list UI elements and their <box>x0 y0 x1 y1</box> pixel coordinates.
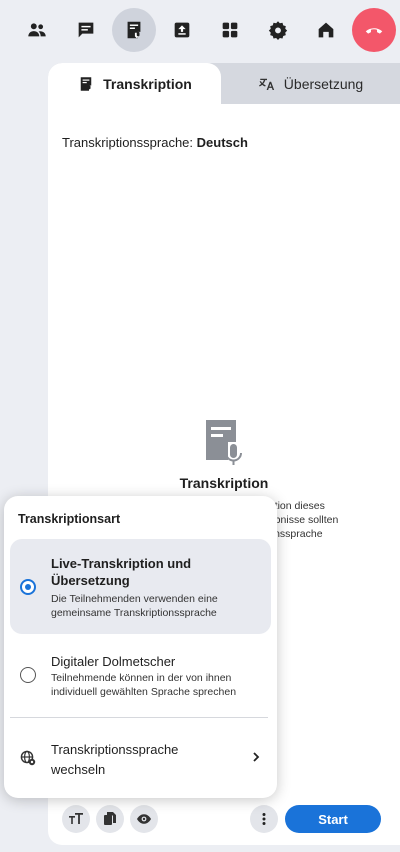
globe-settings-icon <box>20 750 36 766</box>
radio-selected[interactable] <box>20 579 36 595</box>
transcription-type-menu: Transkriptionsart Live-Transkription und… <box>4 496 277 798</box>
tab-transcription[interactable]: Transkription <box>48 63 221 104</box>
bottom-bar: Start <box>48 803 400 839</box>
eye-icon <box>137 814 151 824</box>
transcript-icon <box>127 21 141 39</box>
empty-state-text: ription dieses gebnisse sollten tionsspr… <box>263 499 393 541</box>
option-interpreter-description: Teilnehmende können in der von ihnen ind… <box>51 672 237 698</box>
text-size-button[interactable] <box>62 805 90 833</box>
empty-text-line: ription dieses <box>263 500 325 512</box>
more-options-button[interactable] <box>250 805 278 833</box>
option-digital-interpreter[interactable]: Digitaler Dolmetscher Teilnehmende könne… <box>10 641 271 711</box>
more-vertical-icon <box>262 813 266 825</box>
transcription-button[interactable] <box>112 8 156 52</box>
start-button[interactable]: Start <box>285 805 381 833</box>
gear-icon <box>268 21 288 40</box>
tab-transcription-label: Transkription <box>103 75 192 92</box>
chevron-right-icon <box>253 752 260 762</box>
option-live-transcription[interactable]: Live-Transkription und Übersetzung Die T… <box>10 539 271 634</box>
tab-translation-label: Übersetzung <box>283 75 364 92</box>
option-interpreter-title: Digitaler Dolmetscher <box>51 654 176 669</box>
home-button[interactable] <box>304 8 348 52</box>
people-icon <box>28 23 46 37</box>
switch-language-item[interactable]: Transkriptionssprache wechseln <box>10 736 271 780</box>
tab-translation[interactable]: Übersetzung <box>221 63 400 104</box>
transcript-empty-icon <box>206 420 242 465</box>
radio-unselected[interactable] <box>20 667 36 683</box>
transcription-language-line: Transkriptionssprache: Deutsch <box>62 135 248 150</box>
empty-text-line: gebnisse sollten <box>263 514 339 526</box>
translate-icon <box>258 78 274 90</box>
empty-state-title: Transkription <box>179 475 269 491</box>
language-value: Deutsch <box>196 135 248 150</box>
copy-icon <box>104 812 116 825</box>
settings-button[interactable] <box>256 8 300 52</box>
visibility-button[interactable] <box>130 805 158 833</box>
text-size-icon <box>69 813 83 824</box>
hangup-icon <box>365 28 383 34</box>
language-label: Transkriptionssprache: <box>62 135 194 150</box>
copy-button[interactable] <box>96 805 124 833</box>
chat-icon <box>78 22 94 38</box>
option-live-description: Die Teilnehmenden verwenden eine gemeins… <box>51 593 218 619</box>
switch-language-label: Transkriptionssprache wechseln <box>51 742 179 777</box>
home-icon <box>318 22 334 38</box>
hangup-button[interactable] <box>352 8 396 52</box>
option-live-title: Live-Transkription und Übersetzung <box>51 556 192 588</box>
top-toolbar <box>0 8 400 52</box>
upload-icon <box>174 22 190 38</box>
transcript-icon <box>80 76 92 91</box>
chat-button[interactable] <box>64 8 108 52</box>
apps-button[interactable] <box>208 8 252 52</box>
participants-button[interactable] <box>15 8 59 52</box>
empty-text-line: tionssprache <box>263 528 323 540</box>
menu-divider <box>10 717 268 718</box>
menu-title: Transkriptionsart <box>18 512 121 526</box>
share-button[interactable] <box>160 8 204 52</box>
apps-icon <box>222 22 238 38</box>
tab-bar: Transkription Übersetzung <box>48 63 400 104</box>
